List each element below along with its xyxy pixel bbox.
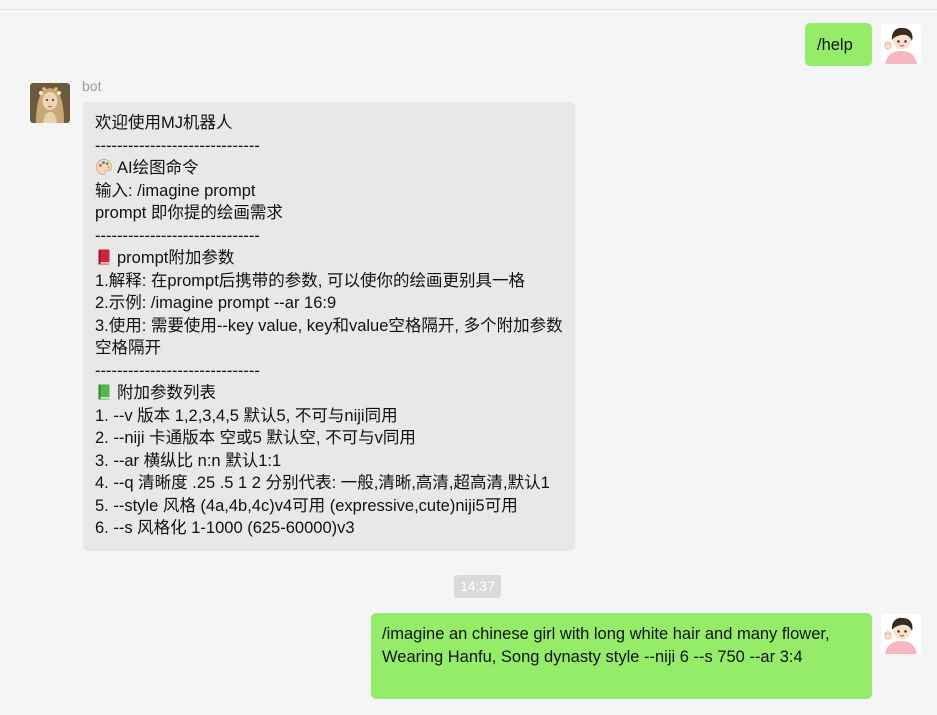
bot-sender-name: bot (82, 78, 102, 94)
bot-line-param-list: 附加参数列表 (95, 382, 567, 405)
bot-avatar[interactable] (30, 83, 70, 123)
bot-line-divider: ------------------------------ (95, 226, 260, 245)
bot-line-param-style: 5. --style 风格 (4a,4b,4c)v4可用 (expressive… (95, 496, 518, 515)
bot-line-welcome: 欢迎使用MJ机器人 (95, 114, 233, 132)
bot-line-explain: 1.解释: 在prompt后携带的参数, 可以使你的绘画更别具一格 (95, 271, 525, 290)
cartoon-boy-avatar-icon (881, 24, 921, 64)
user-avatar[interactable] (881, 614, 921, 654)
bot-line-ai-command-text: AI绘图命令 (117, 159, 199, 177)
bot-line-divider: ------------------------------ (95, 361, 260, 380)
user-message-imagine[interactable]: /imagine an chinese girl with long white… (371, 613, 872, 699)
bot-line-param-ar: 3. --ar 横纵比 n:n 默认1:1 (95, 451, 282, 470)
palette-icon (96, 159, 112, 175)
closed-red-book-icon (98, 249, 110, 265)
bot-line-usage: 3.使用: 需要使用--key value, key和value空格隔开, 多个… (95, 316, 563, 358)
bot-line-divider: ------------------------------ (95, 136, 260, 155)
girl-portrait-avatar-icon (30, 83, 70, 123)
bot-line-param-q: 4. --q 清晰度 .25 .5 1 2 分别代表: 一般,清晰,高清,超高清… (95, 474, 550, 492)
bot-line-param-s: 6. --s 风格化 1-1000 (625-60000)v3 (95, 519, 355, 537)
cartoon-boy-avatar-icon (881, 614, 921, 654)
user-message-text: /help (817, 36, 853, 54)
bot-line-ai-command: AI绘图命令 (95, 157, 567, 180)
bot-reply-message[interactable]: 欢迎使用MJ机器人 ------------------------------… (83, 102, 575, 551)
user-message-imagine-text: /imagine an chinese girl with long white… (382, 625, 830, 666)
bot-line-param-list-text: 附加参数列表 (117, 384, 216, 402)
user-message-help[interactable]: /help (805, 23, 872, 66)
bot-line-param-niji: 2. --niji 卡通版本 空或5 默认空, 不可与v同用 (95, 429, 416, 447)
top-divider (0, 9, 937, 10)
message-timestamp: 14:37 (454, 575, 501, 598)
bot-line-input: 输入: /imagine prompt (95, 181, 256, 200)
bot-line-param-v: 1. --v 版本 1,2,3,4,5 默认5, 不可与niji同用 (95, 406, 398, 425)
green-book-icon (98, 384, 110, 400)
bot-line-prompt-params: prompt附加参数 (95, 247, 567, 270)
bot-line-example: 2.示例: /imagine prompt --ar 16:9 (95, 294, 337, 312)
bot-line-prompt-desc: prompt 即你提的绘画需求 (95, 204, 283, 222)
bot-line-prompt-params-text: prompt附加参数 (117, 249, 235, 267)
user-avatar[interactable] (881, 24, 921, 64)
